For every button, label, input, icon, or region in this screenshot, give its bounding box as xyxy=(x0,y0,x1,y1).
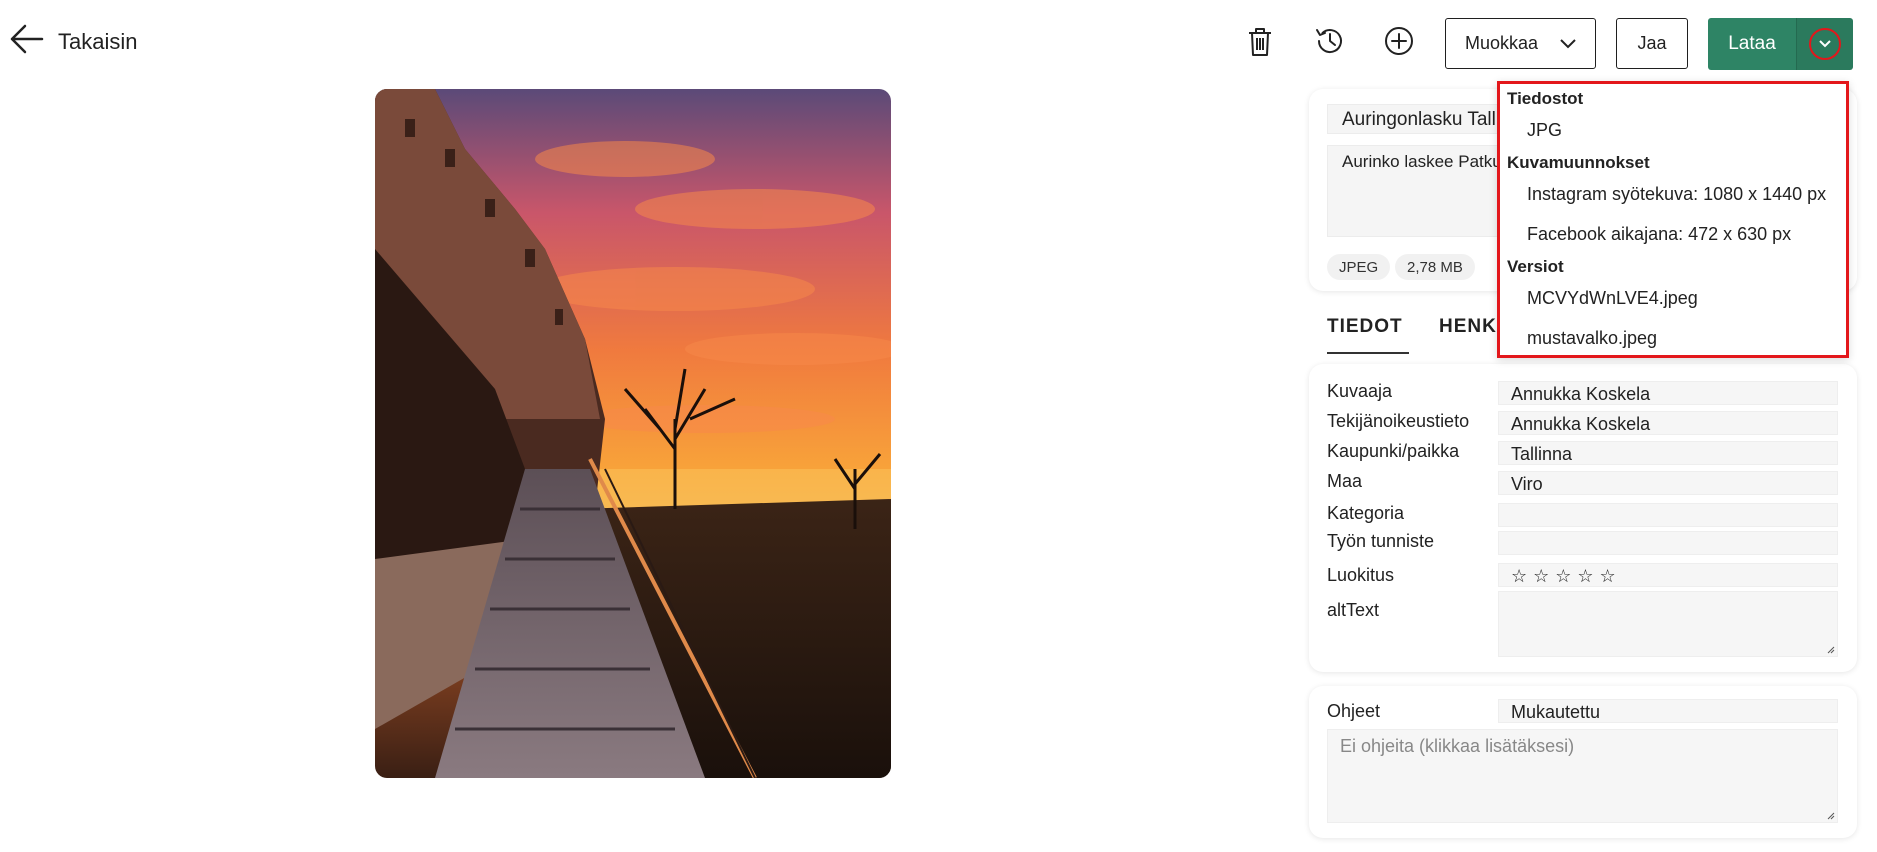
edit-label: Muokkaa xyxy=(1464,33,1539,53)
share-button[interactable]: Jaa xyxy=(1616,18,1688,69)
file-type-badge: JPEG xyxy=(1327,254,1391,280)
alt-text-field[interactable] xyxy=(1498,591,1838,657)
city-field[interactable]: Tallinna xyxy=(1498,441,1838,465)
menu-heading-variants: Kuvamuunnokset xyxy=(1507,153,1650,172)
photographer-field[interactable]: Annukka Koskela xyxy=(1498,381,1838,405)
arrow-left-icon xyxy=(10,24,44,59)
trash-icon xyxy=(1247,27,1273,62)
history-button[interactable] xyxy=(1308,21,1352,65)
menu-item-facebook[interactable]: Facebook aikajana: 472 x 630 px xyxy=(1527,224,1791,245)
delete-button[interactable] xyxy=(1238,22,1282,66)
active-tab-indicator xyxy=(1327,352,1409,354)
menu-heading-files: Tiedostot xyxy=(1507,89,1584,108)
history-icon xyxy=(1314,25,1346,62)
menu-heading-versions: Versiot xyxy=(1507,257,1564,276)
field-label: Luokitus xyxy=(1327,565,1395,585)
back-label: Takaisin xyxy=(58,28,138,54)
download-button[interactable]: Lataa xyxy=(1708,18,1796,70)
highlight-circle xyxy=(1809,28,1841,60)
chevron-down-icon xyxy=(1819,35,1831,53)
field-label: Kategoria xyxy=(1327,503,1405,523)
field-label: Kaupunki/paikka xyxy=(1327,441,1460,461)
file-size-badge: 2,78 MB xyxy=(1395,254,1475,280)
country-field[interactable]: Viro xyxy=(1498,471,1838,495)
field-label: Työn tunniste xyxy=(1327,531,1435,551)
menu-item-jpg[interactable]: JPG xyxy=(1527,120,1562,141)
field-label: altText xyxy=(1327,600,1380,620)
chevron-down-icon xyxy=(1560,33,1576,54)
menu-item-instagram[interactable]: Instagram syötekuva: 1080 x 1440 px xyxy=(1527,184,1826,205)
photo-preview[interactable] xyxy=(375,89,891,778)
add-button[interactable] xyxy=(1377,21,1421,65)
instructions-placeholder: Ei ohjeita (klikkaa lisätäksesi) xyxy=(1340,736,1575,756)
instructions-textarea[interactable]: Ei ohjeita (klikkaa lisätäksesi) xyxy=(1327,729,1838,823)
tab-tiedot[interactable]: TIEDOT xyxy=(1327,316,1403,338)
field-label: Tekijänoikeustieto xyxy=(1327,411,1470,431)
category-field[interactable] xyxy=(1498,503,1838,527)
instructions-label: Ohjeet xyxy=(1327,701,1381,721)
download-menu-toggle[interactable] xyxy=(1796,18,1853,70)
edit-dropdown-button[interactable]: Muokkaa xyxy=(1445,18,1596,69)
job-id-field[interactable] xyxy=(1498,531,1838,555)
field-label: Kuvaaja xyxy=(1327,381,1393,401)
resize-handle-icon[interactable] xyxy=(1825,810,1835,820)
menu-item-version-2[interactable]: mustavalko.jpeg xyxy=(1527,328,1657,349)
download-menu: Tiedostot JPG Kuvamuunnokset Instagram s… xyxy=(1497,81,1849,358)
copyright-field[interactable]: Annukka Koskela xyxy=(1498,411,1838,435)
share-label: Jaa xyxy=(1637,33,1667,53)
download-label: Lataa xyxy=(1728,33,1776,54)
menu-item-version-1[interactable]: MCVYdWnLVE4.jpeg xyxy=(1527,288,1698,309)
back-button[interactable]: Takaisin xyxy=(10,24,137,59)
plus-circle-icon xyxy=(1383,25,1415,62)
instructions-type-field[interactable]: Mukautettu xyxy=(1498,699,1838,723)
resize-handle-icon[interactable] xyxy=(1825,644,1835,654)
rating-stars[interactable]: ☆☆☆☆☆ xyxy=(1498,563,1838,587)
field-label: Maa xyxy=(1327,471,1363,491)
